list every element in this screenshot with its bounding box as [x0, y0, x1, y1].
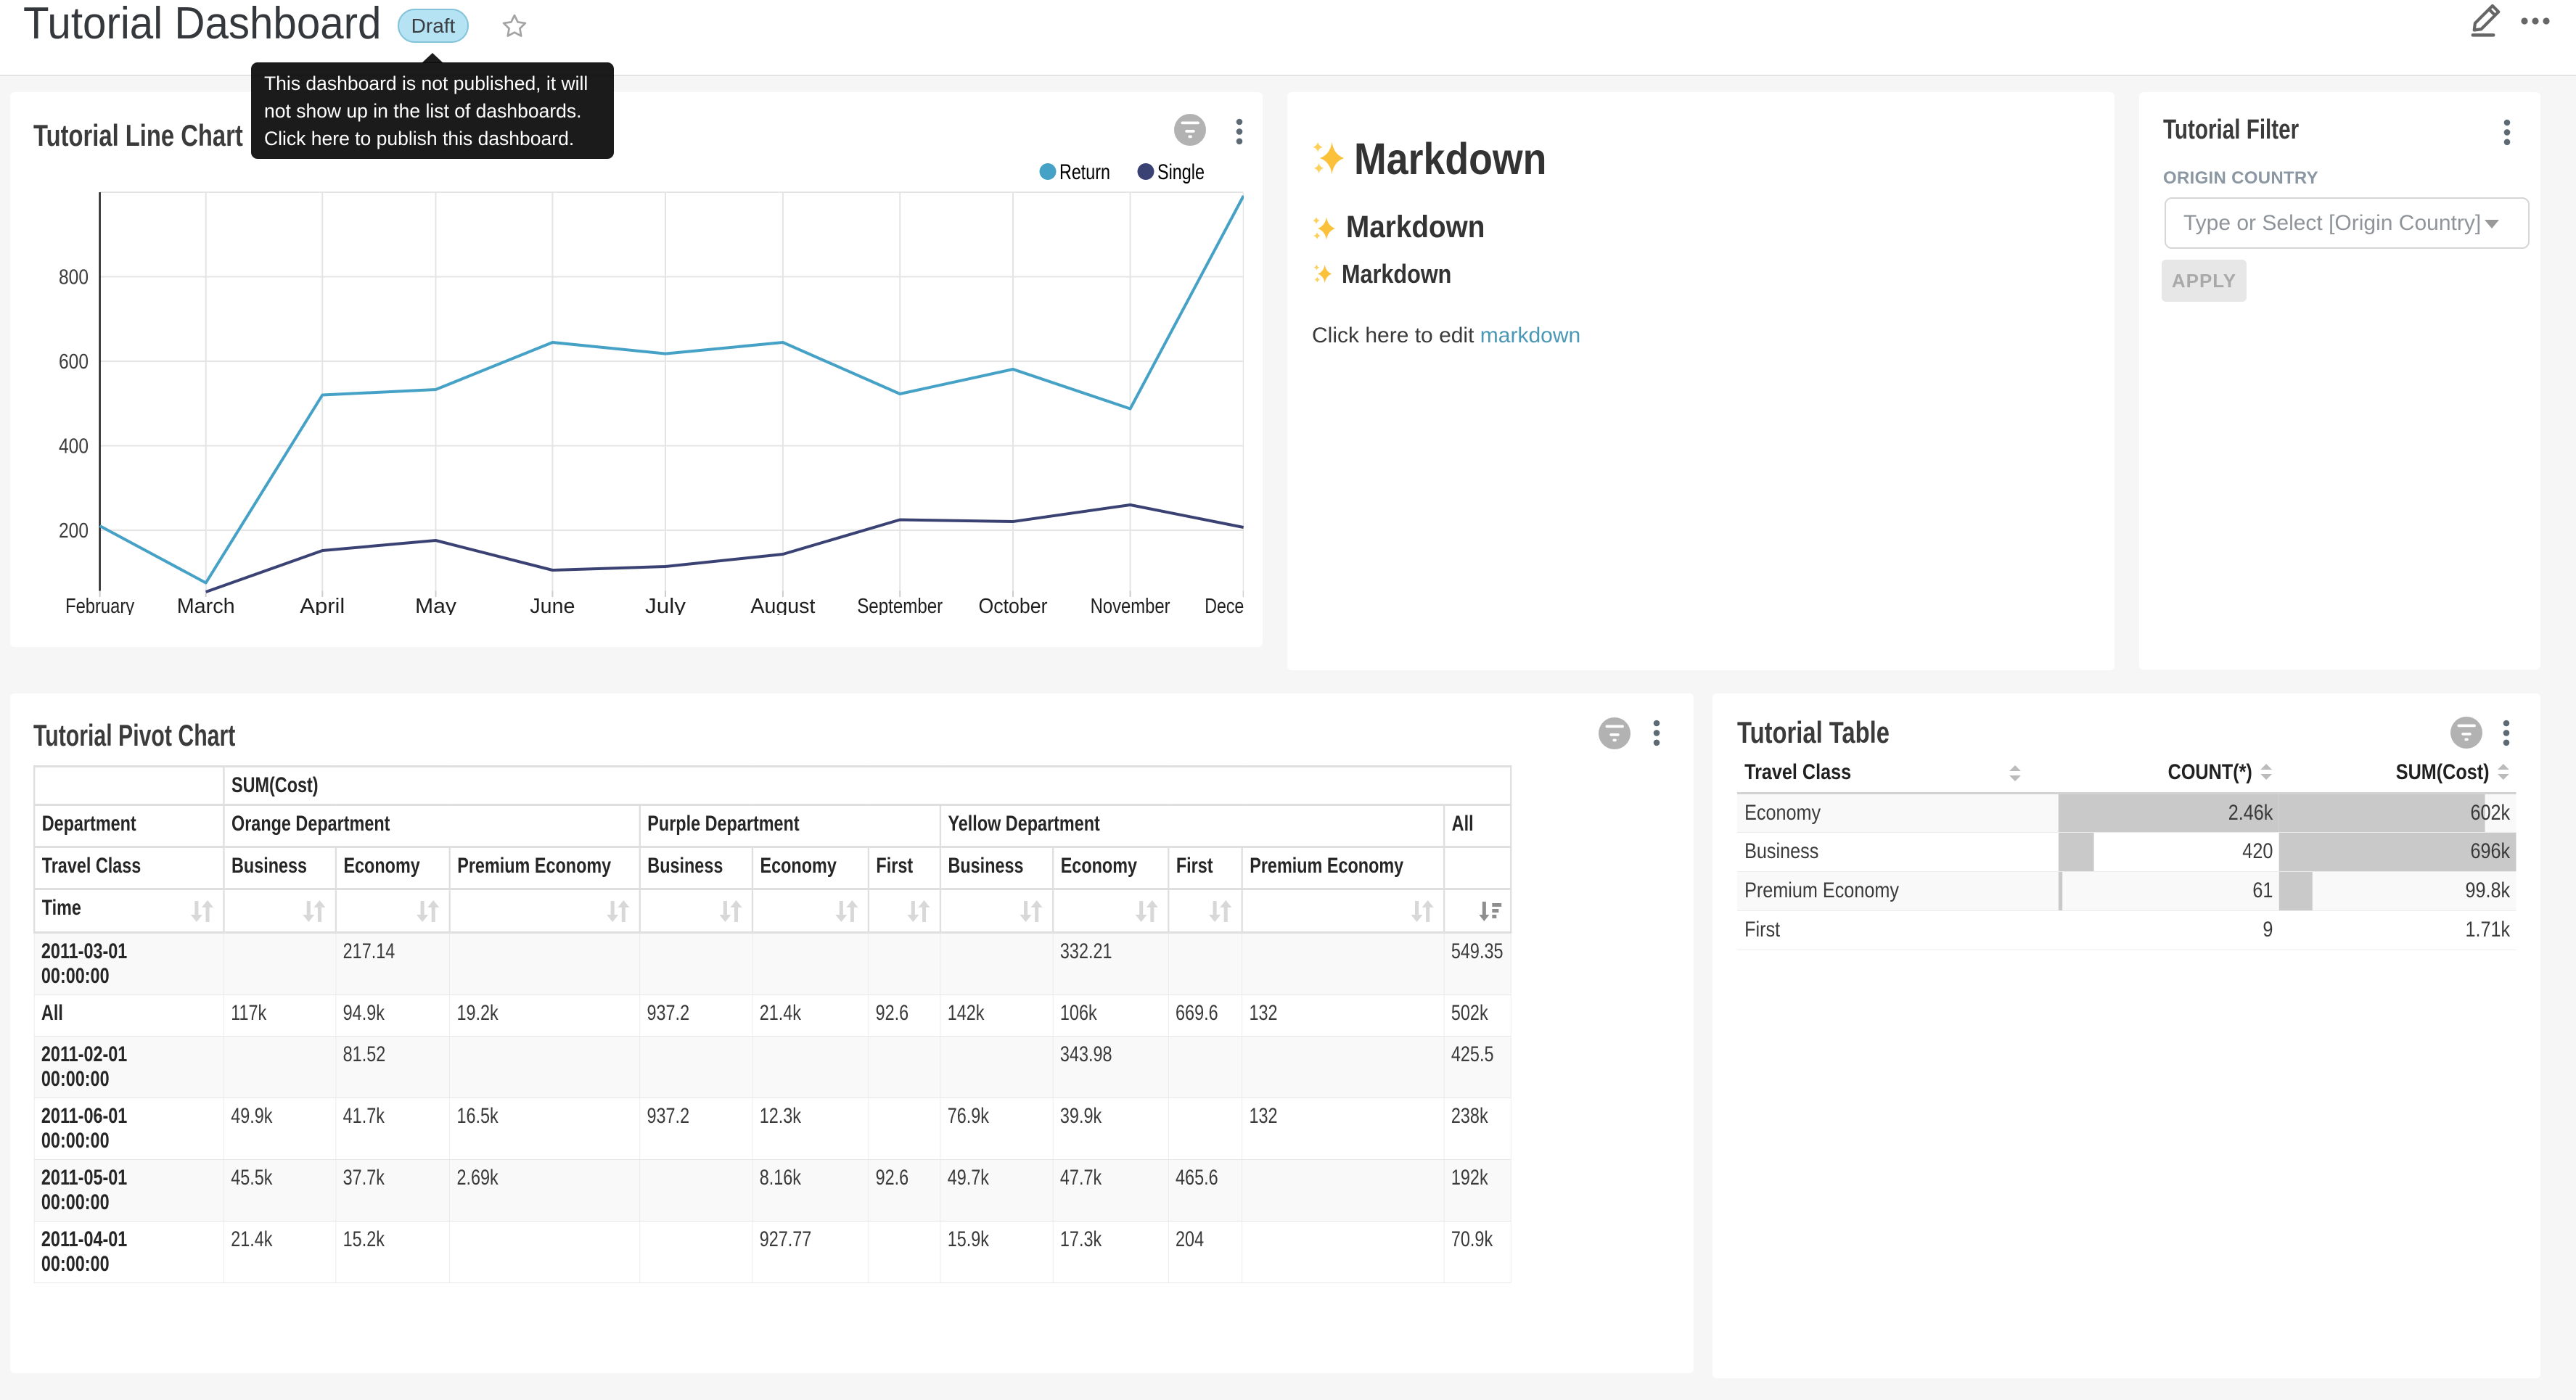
svg-text:600: 600	[59, 350, 89, 374]
svg-text:December: December	[1205, 595, 1244, 615]
svg-text:July: July	[645, 595, 686, 615]
svg-text:June: June	[530, 595, 575, 615]
svg-text:November: November	[1091, 595, 1170, 615]
svg-text:May: May	[415, 595, 457, 615]
svg-text:Return: Return	[1059, 160, 1110, 184]
svg-text:200: 200	[59, 519, 89, 543]
svg-text:Single: Single	[1157, 160, 1205, 184]
svg-text:400: 400	[59, 435, 89, 458]
svg-text:August: August	[750, 595, 815, 615]
svg-text:February: February	[65, 595, 134, 615]
svg-text:March: March	[177, 595, 235, 615]
svg-text:April: April	[300, 595, 345, 615]
svg-text:September: September	[857, 595, 943, 615]
svg-text:800: 800	[59, 266, 89, 289]
svg-text:October: October	[979, 595, 1048, 615]
